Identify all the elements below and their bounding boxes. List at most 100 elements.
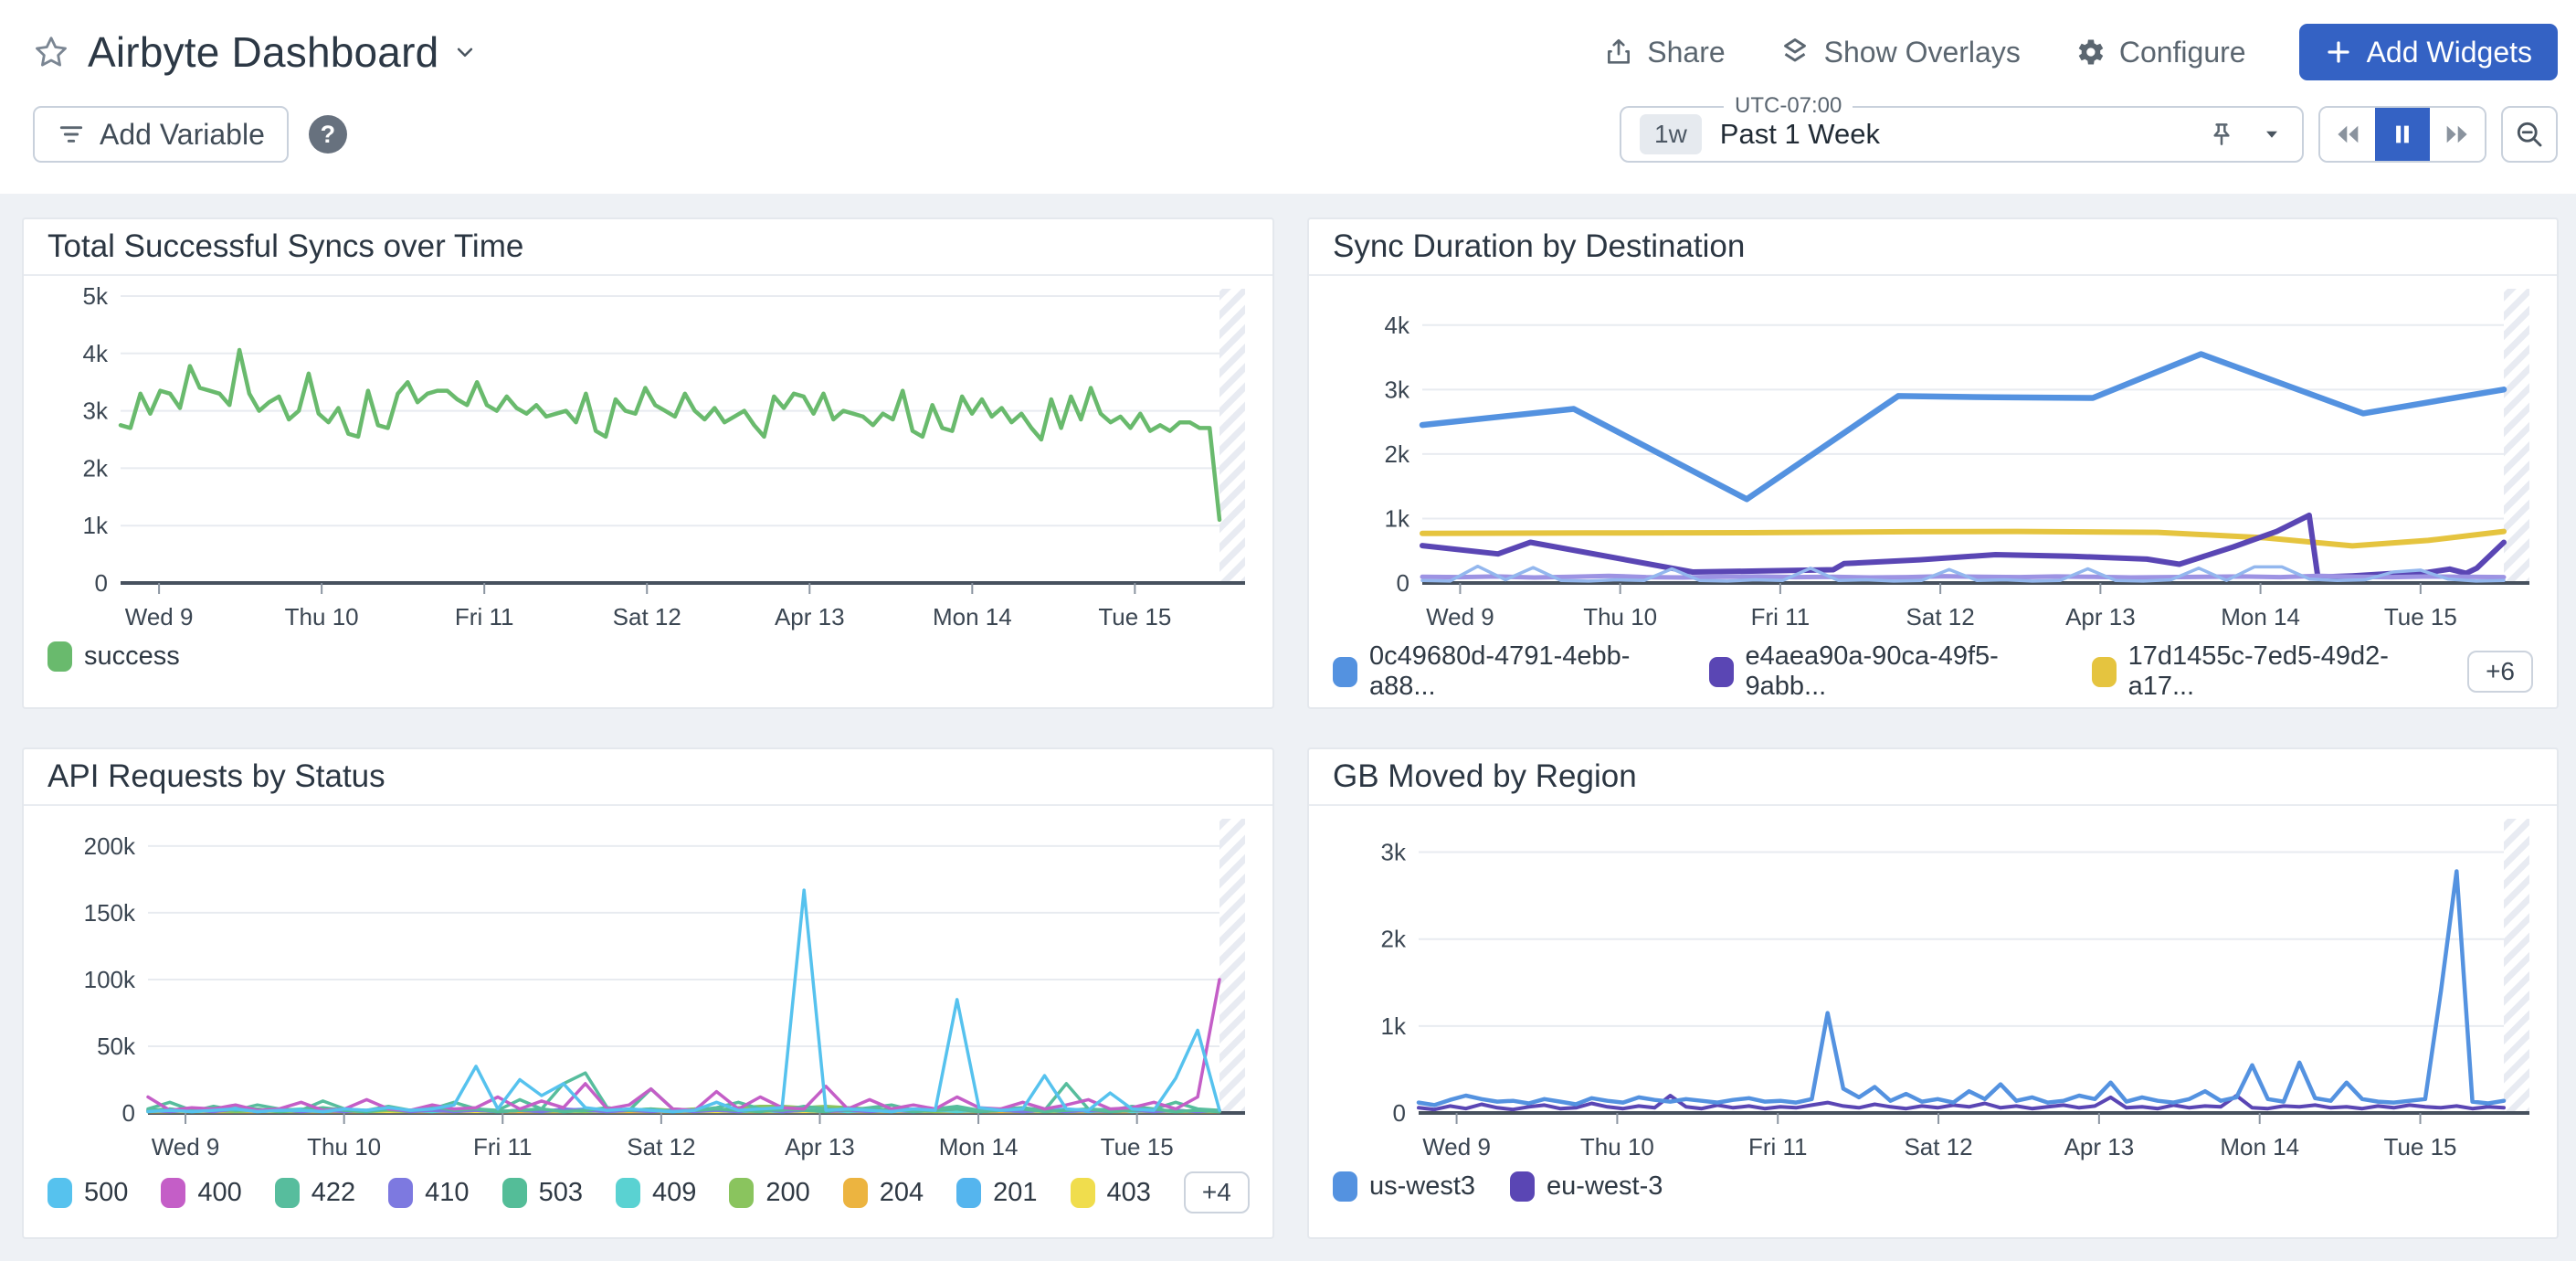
svg-text:Wed 9: Wed 9 xyxy=(125,603,194,630)
legend-swatch xyxy=(729,1178,754,1208)
chart-canvas[interactable]: 01k2k3k4k5kWed 9Thu 10Fri 11Sat 12Apr 13… xyxy=(46,283,1254,636)
svg-text:Fri 11: Fri 11 xyxy=(1751,603,1811,630)
time-controls: UTC-07:00 1w Past 1 Week xyxy=(1620,106,2558,163)
legend-label: 200 xyxy=(765,1178,809,1208)
timezone-label: UTC-07:00 xyxy=(1724,93,1853,119)
svg-text:4k: 4k xyxy=(83,340,109,367)
svg-text:1k: 1k xyxy=(83,512,109,539)
svg-text:3k: 3k xyxy=(83,397,109,425)
svg-text:100k: 100k xyxy=(84,966,136,993)
svg-text:Tue 15: Tue 15 xyxy=(2384,1133,2457,1160)
legend-label: 403 xyxy=(1107,1178,1151,1208)
svg-text:Sat 12: Sat 12 xyxy=(1906,603,1975,630)
legend-item[interactable]: us-west3 xyxy=(1333,1171,1475,1202)
legend-overflow-badge[interactable]: +4 xyxy=(1184,1171,1250,1213)
legend-label: 201 xyxy=(993,1178,1037,1208)
share-button[interactable]: Share xyxy=(1603,36,1725,69)
legend-item[interactable]: success xyxy=(48,641,180,672)
legend-item[interactable]: 422 xyxy=(275,1178,355,1208)
legend-label: 204 xyxy=(880,1178,924,1208)
time-range-picker[interactable]: UTC-07:00 1w Past 1 Week xyxy=(1620,106,2304,163)
svg-text:0: 0 xyxy=(122,1099,135,1127)
show-overlays-button[interactable]: Show Overlays xyxy=(1779,36,2021,69)
legend-swatch xyxy=(161,1178,185,1208)
chart-legend: 500 400 422 410 503 409 200 204 201 403 +4 xyxy=(24,1166,1272,1213)
svg-text:4k: 4k xyxy=(1385,312,1410,339)
show-overlays-label: Show Overlays xyxy=(1824,36,2021,69)
legend-label: 500 xyxy=(84,1178,128,1208)
svg-text:Apr 13: Apr 13 xyxy=(775,603,845,630)
legend-item[interactable]: 403 xyxy=(1071,1178,1151,1208)
svg-text:3k: 3k xyxy=(1385,376,1410,403)
plus-icon xyxy=(2325,38,2352,66)
time-back-button[interactable] xyxy=(2320,108,2375,161)
svg-text:0: 0 xyxy=(1397,569,1409,597)
chart-canvas[interactable]: 01k2k3kWed 9Thu 10Fri 11Sat 12Apr 13Mon … xyxy=(1331,813,2539,1166)
legend-item[interactable]: 0c49680d-4791-4ebb-a88... xyxy=(1333,641,1674,702)
chart-legend: success xyxy=(24,636,1272,672)
legend-label: 409 xyxy=(652,1178,696,1208)
svg-text:1k: 1k xyxy=(1381,1012,1407,1040)
legend-item[interactable]: eu-west-3 xyxy=(1510,1171,1663,1202)
time-forward-button[interactable] xyxy=(2430,108,2485,161)
legend-item[interactable]: 204 xyxy=(843,1178,924,1208)
legend-item[interactable]: e4aea90a-90ca-49f5-9abb... xyxy=(1709,641,2057,702)
legend-item[interactable]: 503 xyxy=(502,1178,583,1208)
legend-item[interactable]: 17d1455c-7ed5-49d2-a17... xyxy=(2092,641,2433,702)
legend-item[interactable]: 400 xyxy=(161,1178,241,1208)
pause-button[interactable] xyxy=(2375,108,2430,161)
legend-swatch xyxy=(388,1178,413,1208)
svg-text:5k: 5k xyxy=(83,283,109,310)
svg-text:3k: 3k xyxy=(1381,839,1407,866)
widget-title: API Requests by Status xyxy=(24,749,1272,806)
help-glyph: ? xyxy=(321,121,336,149)
svg-text:Wed 9: Wed 9 xyxy=(152,1133,220,1160)
gear-icon xyxy=(2074,36,2106,69)
legend-label: 503 xyxy=(539,1178,583,1208)
svg-text:Sat 12: Sat 12 xyxy=(627,1133,695,1160)
add-variable-button[interactable]: Add Variable xyxy=(33,106,289,163)
time-dropdown-caret-icon[interactable] xyxy=(2260,122,2284,146)
svg-text:Thu 10: Thu 10 xyxy=(307,1133,381,1160)
legend-label: 400 xyxy=(197,1178,241,1208)
svg-text:Mon 14: Mon 14 xyxy=(933,603,1012,630)
svg-text:Sat 12: Sat 12 xyxy=(613,603,681,630)
time-range-label: Past 1 Week xyxy=(1720,118,1880,151)
chart-canvas[interactable]: 050k100k150k200kWed 9Thu 10Fri 11Sat 12A… xyxy=(46,813,1254,1166)
time-shortcut-chip[interactable]: 1w xyxy=(1640,114,1702,154)
pin-icon[interactable] xyxy=(2207,120,2236,149)
legend-overflow-badge[interactable]: +6 xyxy=(2467,651,2533,693)
chart-canvas[interactable]: 01k2k3k4kWed 9Thu 10Fri 11Sat 12Apr 13Mo… xyxy=(1331,283,2539,636)
share-label: Share xyxy=(1647,36,1725,69)
favorite-star-icon[interactable] xyxy=(33,34,69,70)
legend-swatch xyxy=(2092,657,2117,687)
svg-text:Apr 13: Apr 13 xyxy=(2064,1133,2135,1160)
share-icon xyxy=(1603,37,1634,68)
configure-button[interactable]: Configure xyxy=(2074,36,2246,69)
legend-item[interactable]: 201 xyxy=(956,1178,1037,1208)
legend-swatch xyxy=(1071,1178,1095,1208)
svg-text:Mon 14: Mon 14 xyxy=(939,1133,1019,1160)
legend-item[interactable]: 410 xyxy=(388,1178,469,1208)
svg-text:Tue 15: Tue 15 xyxy=(1101,1133,1174,1160)
time-shift-group xyxy=(2318,106,2486,163)
add-widgets-label: Add Widgets xyxy=(2367,36,2532,69)
chart-legend: 0c49680d-4791-4ebb-a88... e4aea90a-90ca-4… xyxy=(1309,636,2557,702)
add-widgets-button[interactable]: Add Widgets xyxy=(2299,24,2558,80)
legend-swatch xyxy=(502,1178,527,1208)
legend-label: 17d1455c-7ed5-49d2-a17... xyxy=(2128,641,2433,702)
title-menu-caret-icon[interactable] xyxy=(451,38,479,66)
svg-text:Apr 13: Apr 13 xyxy=(785,1133,855,1160)
svg-text:2k: 2k xyxy=(1385,440,1410,468)
legend-label: eu-west-3 xyxy=(1547,1171,1663,1202)
help-icon[interactable]: ? xyxy=(309,115,347,154)
zoom-out-button[interactable] xyxy=(2501,106,2558,163)
layers-icon xyxy=(1779,36,1811,69)
svg-text:0: 0 xyxy=(1393,1099,1406,1127)
legend-item[interactable]: 500 xyxy=(48,1178,128,1208)
legend-swatch xyxy=(1510,1171,1535,1202)
legend-item[interactable]: 200 xyxy=(729,1178,809,1208)
add-variable-label: Add Variable xyxy=(100,118,265,152)
legend-item[interactable]: 409 xyxy=(616,1178,696,1208)
svg-text:Wed 9: Wed 9 xyxy=(1422,1133,1491,1160)
